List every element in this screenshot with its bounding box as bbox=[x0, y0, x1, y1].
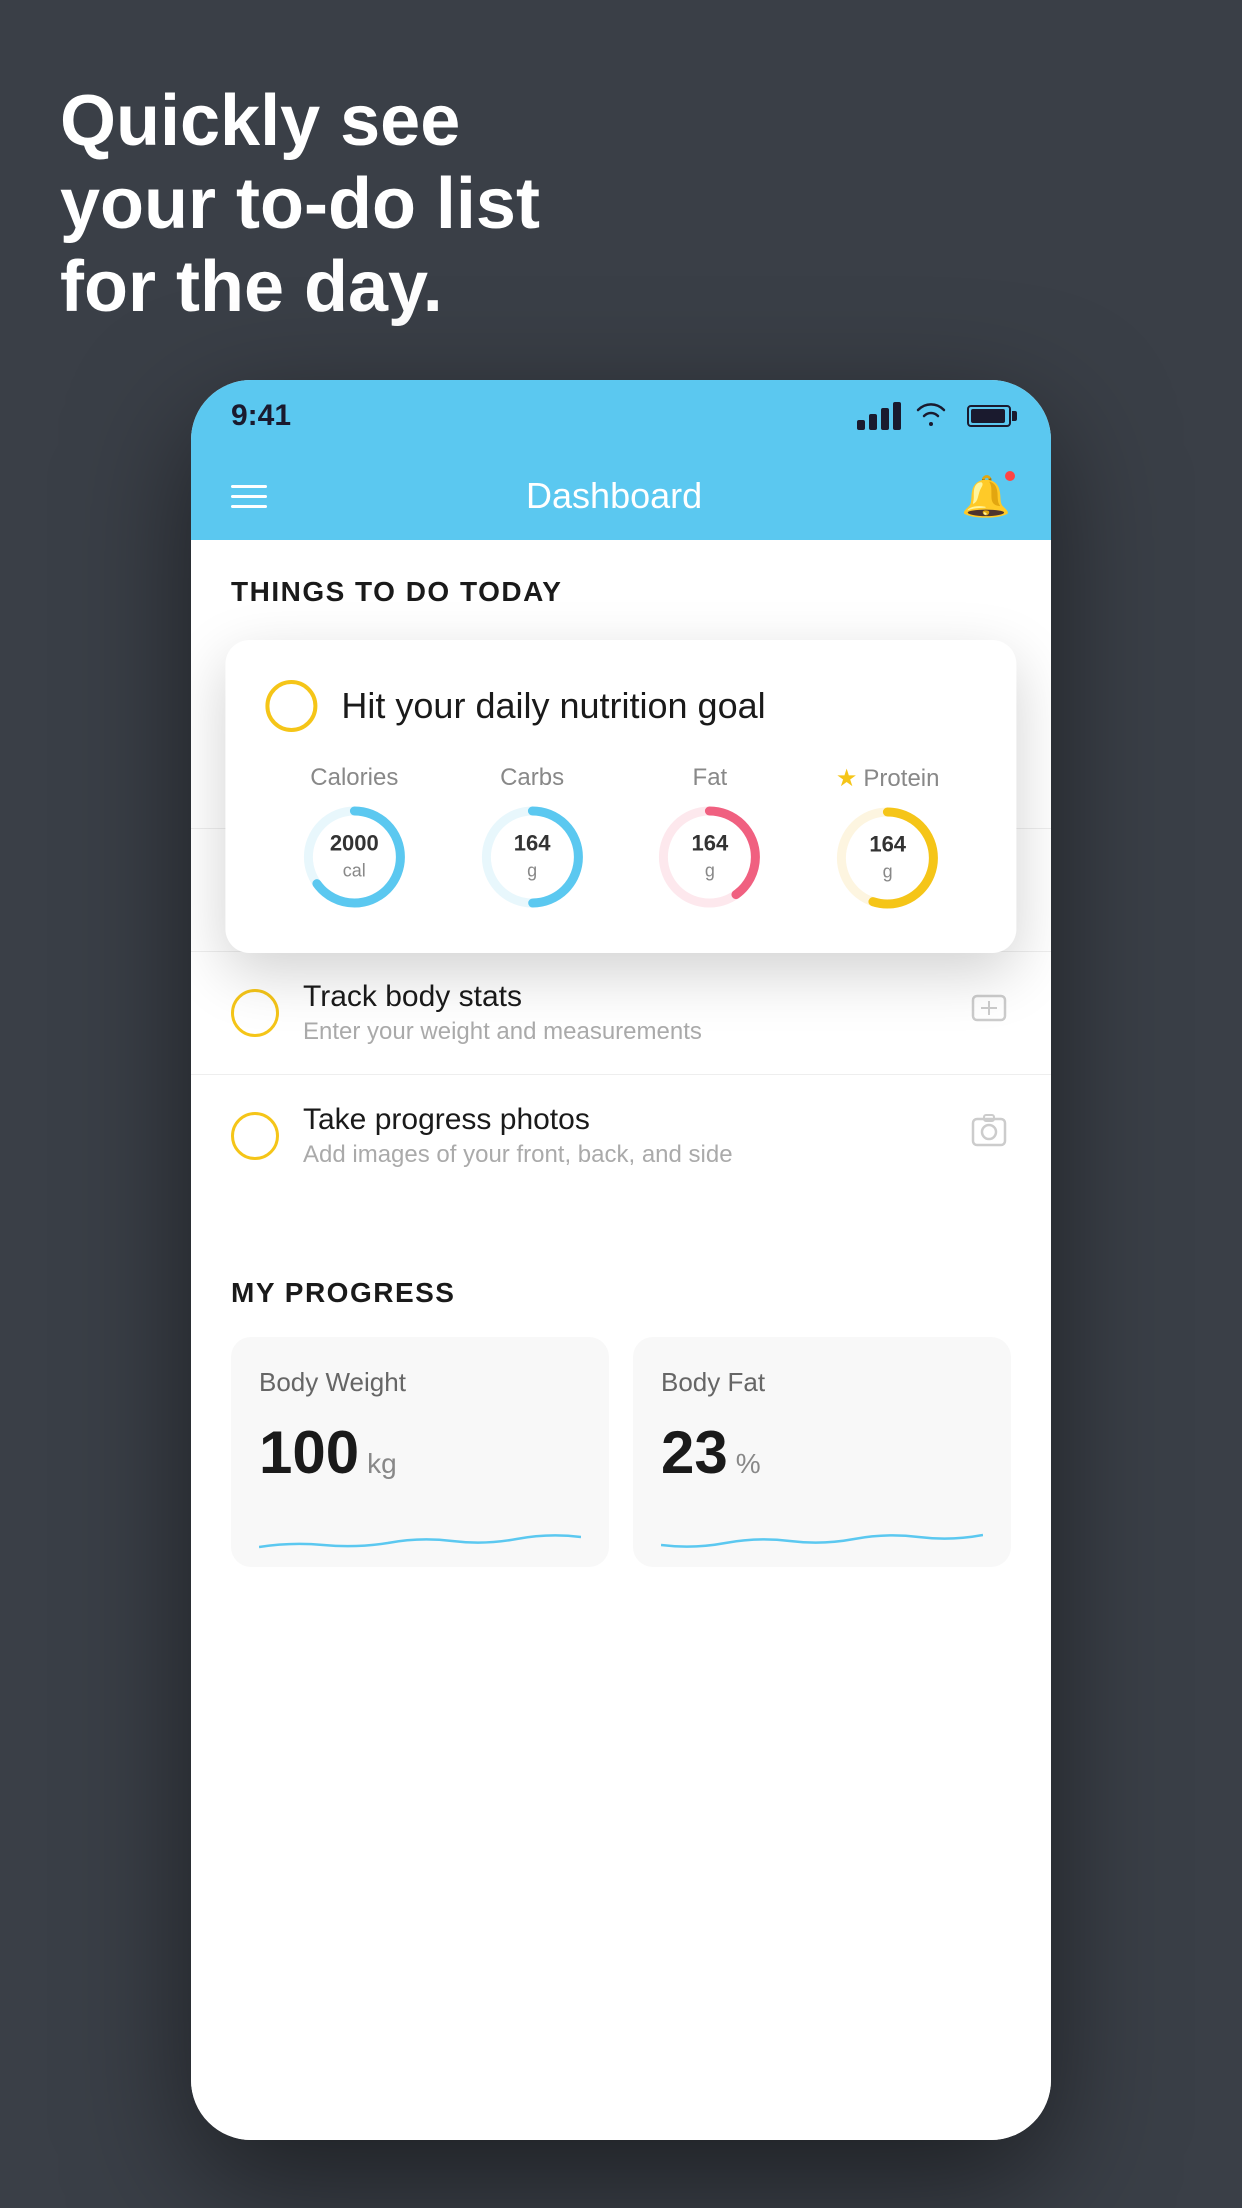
headline-line2: your to-do list bbox=[60, 163, 540, 246]
progress-title: MY PROGRESS bbox=[231, 1277, 1011, 1309]
protein-label: ★ Protein bbox=[836, 764, 940, 793]
calories-ring: 2000cal bbox=[299, 802, 409, 912]
macro-fat: Fat 164g bbox=[655, 764, 765, 912]
body-weight-unit: kg bbox=[367, 1448, 397, 1480]
app-content: THINGS TO DO TODAY Hit your daily nutrit… bbox=[191, 540, 1051, 2140]
body-fat-card[interactable]: Body Fat 23 % bbox=[633, 1337, 1011, 1567]
headline-line1: Quickly see bbox=[60, 80, 540, 163]
carbs-ring: 164g bbox=[477, 802, 587, 912]
progress-section: MY PROGRESS Body Weight 100 kg Body bbox=[191, 1237, 1051, 1567]
wifi-icon bbox=[913, 400, 949, 433]
calories-label: Calories bbox=[310, 764, 398, 792]
macros-row: Calories 2000cal Carbs bbox=[265, 764, 976, 913]
body-fat-number: 23 bbox=[661, 1418, 728, 1487]
menu-button[interactable] bbox=[231, 485, 267, 508]
body-weight-value: 100 kg bbox=[259, 1418, 581, 1487]
status-icons bbox=[857, 400, 1011, 433]
body-weight-chart bbox=[259, 1507, 581, 1567]
body-fat-chart bbox=[661, 1507, 983, 1567]
task-circle bbox=[265, 680, 317, 732]
carbs-value: 164g bbox=[514, 831, 551, 884]
progress-cards: Body Weight 100 kg Body Fat 23 bbox=[231, 1337, 1011, 1567]
todo-title-bodystats: Track body stats bbox=[303, 980, 943, 1014]
fat-ring: 164g bbox=[655, 802, 765, 912]
body-fat-unit: % bbox=[736, 1448, 761, 1480]
notification-button[interactable]: 🔔 bbox=[961, 473, 1011, 520]
battery-icon bbox=[967, 405, 1011, 427]
carbs-label: Carbs bbox=[500, 764, 564, 792]
headline-line3: for the day. bbox=[60, 246, 540, 329]
fat-label: Fat bbox=[693, 764, 728, 792]
todo-sub-photos: Add images of your front, back, and side bbox=[303, 1141, 943, 1169]
card-title: Hit your daily nutrition goal bbox=[341, 685, 765, 727]
signal-icon bbox=[857, 402, 901, 430]
headline: Quickly see your to-do list for the day. bbox=[60, 80, 540, 328]
phone-mockup: 9:41 Dashboard bbox=[191, 380, 1051, 2140]
status-bar: 9:41 bbox=[191, 380, 1051, 452]
body-fat-value: 23 % bbox=[661, 1418, 983, 1487]
macro-carbs: Carbs 164g bbox=[477, 764, 587, 912]
notification-badge bbox=[1003, 469, 1017, 483]
todo-circle-photos bbox=[231, 1112, 279, 1160]
body-weight-card[interactable]: Body Weight 100 kg bbox=[231, 1337, 609, 1567]
nav-title: Dashboard bbox=[526, 475, 702, 517]
photo-icon bbox=[967, 1109, 1011, 1163]
protein-ring: 164g bbox=[833, 803, 943, 913]
body-weight-number: 100 bbox=[259, 1418, 359, 1487]
todo-progress-photos[interactable]: Take progress photos Add images of your … bbox=[191, 1074, 1051, 1197]
fat-value: 164g bbox=[692, 831, 729, 884]
scale-icon bbox=[967, 986, 1011, 1040]
todo-sub-bodystats: Enter your weight and measurements bbox=[303, 1018, 943, 1046]
macro-protein: ★ Protein 164g bbox=[833, 764, 943, 913]
star-icon: ★ bbox=[836, 764, 858, 793]
todo-body-stats[interactable]: Track body stats Enter your weight and m… bbox=[191, 951, 1051, 1074]
card-title-row: Hit your daily nutrition goal bbox=[265, 680, 976, 732]
todo-text-photos: Take progress photos Add images of your … bbox=[303, 1103, 943, 1169]
todo-title-photos: Take progress photos bbox=[303, 1103, 943, 1137]
things-to-do-header: THINGS TO DO TODAY bbox=[191, 540, 1051, 628]
body-fat-title: Body Fat bbox=[661, 1367, 983, 1398]
clock: 9:41 bbox=[231, 399, 291, 433]
nav-bar: Dashboard 🔔 bbox=[191, 452, 1051, 540]
body-weight-title: Body Weight bbox=[259, 1367, 581, 1398]
nutrition-card: Hit your daily nutrition goal Calories 2… bbox=[225, 640, 1016, 953]
todo-text-bodystats: Track body stats Enter your weight and m… bbox=[303, 980, 943, 1046]
calories-value: 2000cal bbox=[330, 831, 379, 884]
todo-circle-bodystats bbox=[231, 989, 279, 1037]
macro-calories: Calories 2000cal bbox=[299, 764, 409, 912]
protein-value: 164g bbox=[869, 832, 906, 885]
